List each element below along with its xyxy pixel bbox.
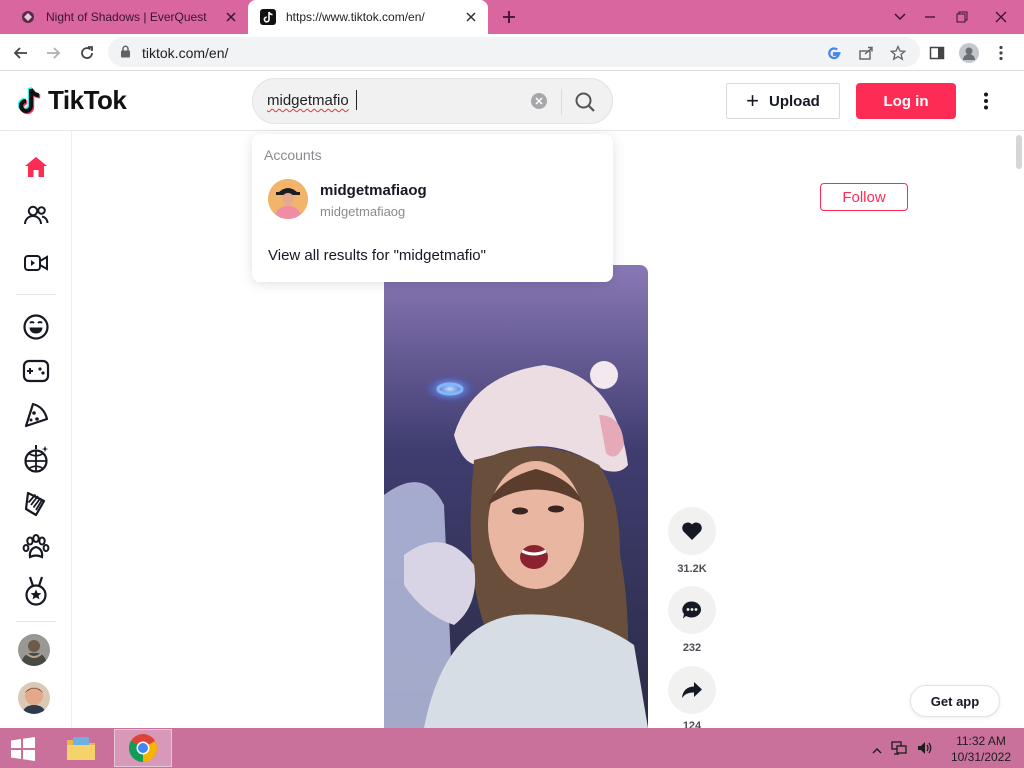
search-box[interactable]: midgetmafio <box>252 78 613 124</box>
comment-count: 232 <box>682 642 702 654</box>
bookmark-star-icon[interactable] <box>888 43 908 63</box>
page-scrollbar[interactable] <box>1014 131 1024 728</box>
search-input[interactable]: midgetmafio <box>267 92 349 109</box>
account-avatar[interactable] <box>268 179 308 219</box>
sidebar <box>0 131 72 728</box>
forward-icon[interactable] <box>40 40 66 66</box>
animals-icon[interactable] <box>16 529 56 565</box>
everquest-icon <box>20 9 36 25</box>
new-tab-button[interactable] <box>498 6 520 28</box>
get-app-button[interactable]: Get app <box>910 685 1000 717</box>
scrollbar-thumb[interactable] <box>1016 135 1022 169</box>
tiktok-logo[interactable]: TikTok <box>18 85 127 116</box>
tab-tiktok[interactable]: https://www.tiktok.com/en/ <box>248 0 488 34</box>
home-icon[interactable] <box>16 149 56 185</box>
taskbar-clock[interactable]: 11:32 AM 10/31/2022 <box>946 733 1016 765</box>
share-arrow-icon <box>682 682 702 698</box>
file-explorer-icon[interactable] <box>52 729 110 767</box>
address-text: tiktok.com/en/ <box>142 45 229 61</box>
clear-search-icon[interactable] <box>531 93 547 109</box>
browser-menu-icon[interactable] <box>990 42 1012 64</box>
side-panel-icon[interactable] <box>926 42 948 64</box>
tiktok-header: TikTok midgetmafio + Upload Log in <box>0 71 1024 131</box>
sports-icon[interactable] <box>16 573 56 609</box>
heart-icon <box>682 522 702 540</box>
video-thumbnail <box>384 265 648 728</box>
share-icon[interactable] <box>856 43 876 63</box>
accounts-section-label: Accounts <box>264 147 322 163</box>
address-bar[interactable]: tiktok.com/en/ <box>108 37 920 67</box>
followed-account-avatar[interactable] <box>18 682 50 714</box>
windows-start-icon[interactable] <box>8 736 38 762</box>
view-all-results-link[interactable]: View all results for "midgetmafio" <box>268 247 486 264</box>
browser-tab-strip: Night of Shadows | EverQuest https://www… <box>0 0 1024 34</box>
like-button[interactable] <box>668 507 716 555</box>
profile-icon[interactable] <box>958 42 980 64</box>
close-window-icon[interactable] <box>978 0 1024 34</box>
tab-everquest[interactable]: Night of Shadows | EverQuest <box>8 0 248 34</box>
like-count: 31.2K <box>677 563 707 575</box>
account-suggestion-handle: midgetmafiaog <box>320 204 406 219</box>
live-icon[interactable] <box>16 245 56 281</box>
clock-date: 10/31/2022 <box>950 750 1012 764</box>
gaming-icon[interactable] <box>16 353 56 389</box>
tab-search-icon[interactable] <box>884 0 916 34</box>
text-caret <box>356 90 357 110</box>
back-icon[interactable] <box>8 40 34 66</box>
share-button[interactable] <box>668 666 716 714</box>
close-tab-icon[interactable] <box>220 6 242 28</box>
plus-icon: + <box>746 88 759 113</box>
tiktok-note-icon <box>18 86 41 114</box>
browser-toolbar: tiktok.com/en/ <box>0 34 1024 71</box>
tiktok-icon <box>260 9 276 25</box>
beauty-icon[interactable] <box>16 485 56 521</box>
dance-icon[interactable] <box>16 441 56 477</box>
following-icon[interactable] <box>16 197 56 233</box>
system-tray <box>872 740 934 761</box>
chrome-icon[interactable] <box>114 729 172 767</box>
tab-title: Night of Shadows | EverQuest <box>46 10 207 24</box>
show-hidden-icons-icon[interactable] <box>872 742 882 760</box>
volume-icon[interactable] <box>916 740 934 761</box>
followed-account-avatar[interactable] <box>18 634 50 666</box>
share-count: 124 <box>682 720 702 728</box>
search-divider <box>561 89 562 115</box>
food-icon[interactable] <box>16 397 56 433</box>
search-icon[interactable] <box>571 89 599 115</box>
close-tab-icon[interactable] <box>460 6 482 28</box>
restore-icon[interactable] <box>946 0 978 34</box>
comment-icon <box>682 601 702 619</box>
video-player[interactable] <box>384 265 648 728</box>
clock-time: 11:32 AM <box>956 734 1006 748</box>
more-options-icon[interactable] <box>976 89 996 113</box>
sidebar-divider <box>16 294 56 295</box>
login-button[interactable]: Log in <box>856 83 956 119</box>
logo-text: TikTok <box>48 85 127 115</box>
lock-icon[interactable] <box>120 45 131 63</box>
comment-button[interactable] <box>668 586 716 634</box>
windows-taskbar: 11:32 AM 10/31/2022 <box>0 728 1024 768</box>
sidebar-divider <box>16 621 56 622</box>
tab-title: https://www.tiktok.com/en/ <box>286 10 425 24</box>
minimize-icon[interactable] <box>914 0 946 34</box>
comedy-icon[interactable] <box>16 309 56 345</box>
account-suggestion-name[interactable]: midgetmafiaog <box>320 182 427 199</box>
upload-label: Upload <box>769 92 820 110</box>
google-icon[interactable] <box>824 43 844 63</box>
follow-button[interactable]: Follow <box>820 183 908 211</box>
network-icon[interactable] <box>890 740 908 761</box>
upload-button[interactable]: + Upload <box>726 83 840 119</box>
reload-icon[interactable] <box>74 40 100 66</box>
search-suggestions-dropdown: Accounts midgetmafiaog midgetmafiaog Vie… <box>252 134 613 282</box>
